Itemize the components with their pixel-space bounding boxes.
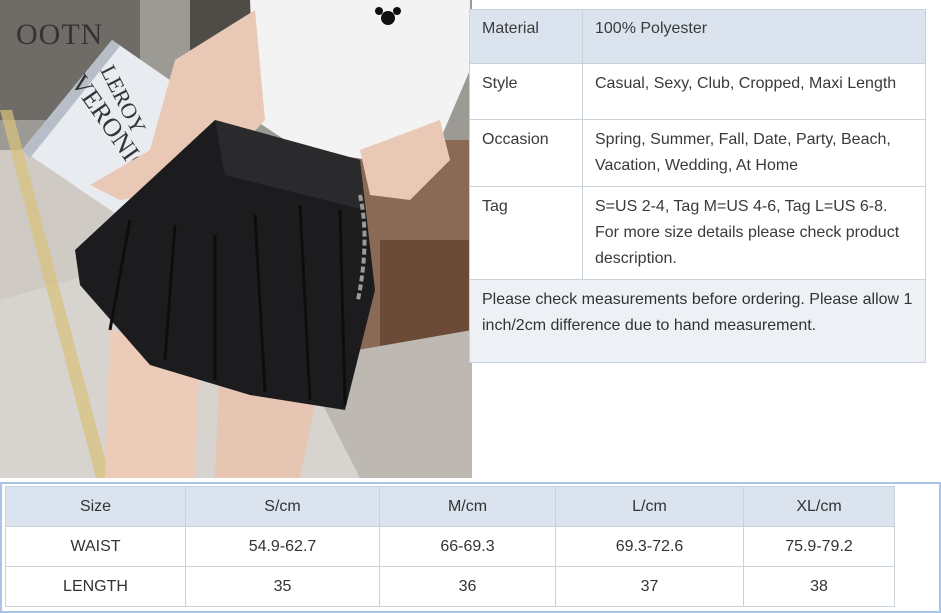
size-cell: WAIST <box>5 526 186 567</box>
size-header-cell: Size <box>5 486 186 527</box>
size-chart-row-length: LENGTH 35 36 37 38 <box>5 566 895 607</box>
size-cell: 37 <box>555 566 744 607</box>
product-attributes-table: Material 100% Polyester Style Casual, Se… <box>469 9 926 363</box>
attribute-label: Tag <box>469 186 583 280</box>
attribute-value: Casual, Sexy, Club, Cropped, Maxi Length <box>582 63 926 120</box>
attribute-label: Occasion <box>469 119 583 187</box>
size-cell: 36 <box>379 566 556 607</box>
size-chart-frame: Size S/cm M/cm L/cm XL/cm WAIST 54.9-62.… <box>0 482 941 613</box>
attribute-row-tag: Tag S=US 2-4, Tag M=US 4-6, Tag L=US 6-8… <box>469 186 926 280</box>
size-chart-table: Size S/cm M/cm L/cm XL/cm WAIST 54.9-62.… <box>5 486 895 607</box>
attribute-value: Spring, Summer, Fall, Date, Party, Beach… <box>582 119 926 187</box>
size-chart-row-waist: WAIST 54.9-62.7 66-69.3 69.3-72.6 75.9-7… <box>5 526 895 567</box>
size-cell: 66-69.3 <box>379 526 556 567</box>
size-cell: 69.3-72.6 <box>555 526 744 567</box>
size-cell: 35 <box>185 566 380 607</box>
brand-watermark: OOTN <box>16 18 104 51</box>
product-photo: VERONIQUE LEROY OOTN <box>0 0 472 478</box>
size-cell: 38 <box>743 566 895 607</box>
size-chart-header-row: Size S/cm M/cm L/cm XL/cm <box>5 486 895 527</box>
size-cell: 75.9-79.2 <box>743 526 895 567</box>
measurement-note: Please check measurements before orderin… <box>469 279 926 363</box>
attribute-value: S=US 2-4, Tag M=US 4-6, Tag L=US 6-8. Fo… <box>582 186 926 280</box>
measurement-note-row: Please check measurements before orderin… <box>469 279 926 363</box>
size-header-cell: M/cm <box>379 486 556 527</box>
attribute-row-material: Material 100% Polyester <box>469 9 926 64</box>
attribute-row-occasion: Occasion Spring, Summer, Fall, Date, Par… <box>469 119 926 187</box>
size-header-cell: S/cm <box>185 486 380 527</box>
product-photo-illustration: VERONIQUE LEROY <box>0 0 472 478</box>
size-header-cell: XL/cm <box>743 486 895 527</box>
size-cell: LENGTH <box>5 566 186 607</box>
attribute-label: Material <box>469 9 583 64</box>
size-cell: 54.9-62.7 <box>185 526 380 567</box>
attribute-value: 100% Polyester <box>582 9 926 64</box>
attribute-label: Style <box>469 63 583 120</box>
attribute-row-style: Style Casual, Sexy, Club, Cropped, Maxi … <box>469 63 926 120</box>
size-header-cell: L/cm <box>555 486 744 527</box>
